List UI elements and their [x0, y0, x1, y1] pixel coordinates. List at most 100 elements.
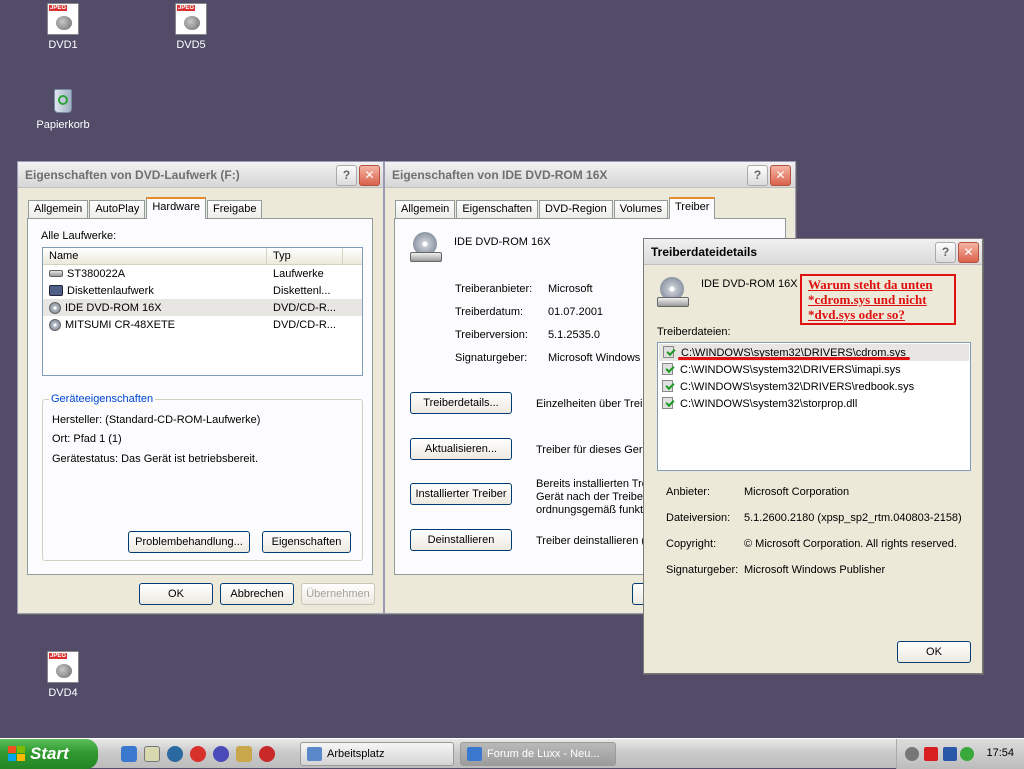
- files-label: Treiberdateien:: [657, 326, 731, 338]
- device-name: IDE DVD-ROM 16X: [454, 236, 551, 248]
- copyright-label: Copyright:: [666, 538, 717, 550]
- drive-type: DVD/CD-R...: [273, 318, 336, 331]
- provider-value: Microsoft Corporation: [744, 486, 850, 498]
- jpeg-file-icon: JPEG: [175, 3, 207, 35]
- list-item[interactable]: C:\WINDOWS\system32\DRIVERS\imapi.sys: [658, 361, 970, 378]
- tab-allgemein[interactable]: Allgemein: [28, 200, 89, 219]
- tab-freigabe[interactable]: Freigabe: [207, 200, 263, 219]
- signed-file-icon: [662, 380, 676, 393]
- device-properties-group: Geräteeigenschaften Hersteller: (Standar…: [42, 393, 363, 561]
- manufacturer-text: Hersteller: (Standard-CD-ROM-Laufwerke): [52, 414, 261, 426]
- app-icon[interactable]: [259, 746, 275, 762]
- help-button[interactable]: ?: [336, 165, 357, 186]
- drive-name: MITSUMI CR-48XETE: [65, 318, 176, 331]
- title-bar[interactable]: Eigenschaften von DVD-Laufwerk (F:) ? ✕: [18, 162, 383, 188]
- ok-button[interactable]: OK: [897, 641, 971, 663]
- column-header-type[interactable]: Typ: [267, 248, 343, 264]
- uninstall-desc: Treiber deinstallieren (E: [536, 535, 653, 547]
- troubleshoot-button[interactable]: Problembehandlung...: [128, 531, 250, 553]
- tab-dvd-region[interactable]: DVD-Region: [539, 200, 613, 219]
- annotation-line: *dvd.sys oder so?: [808, 307, 905, 322]
- drive-name: Diskettenlaufwerk: [67, 284, 154, 297]
- folder-icon[interactable]: [236, 746, 252, 762]
- annotation-line: Warum steht da unten: [808, 277, 933, 292]
- uninstall-button[interactable]: Deinstallieren: [410, 529, 512, 551]
- clock: 17:54: [986, 747, 1014, 759]
- cancel-button[interactable]: Abbrechen: [220, 583, 294, 605]
- player-icon[interactable]: [213, 746, 229, 762]
- antivirus-icon[interactable]: [924, 747, 938, 761]
- list-item[interactable]: MITSUMI CR-48XETE DVD/CD-R...: [43, 316, 362, 333]
- tab-volumes[interactable]: Volumes: [613, 200, 668, 219]
- list-item[interactable]: C:\WINDOWS\system32\DRIVERS\redbook.sys: [658, 378, 970, 395]
- list-item[interactable]: Diskettenlaufwerk Diskettenl...: [43, 282, 362, 299]
- tab-hardware[interactable]: Hardware: [146, 197, 207, 219]
- signed-file-icon: [662, 397, 676, 410]
- start-button[interactable]: Start: [0, 739, 98, 769]
- floppy-drive-icon: [49, 285, 63, 296]
- help-button[interactable]: ?: [747, 165, 768, 186]
- shield-icon[interactable]: [905, 747, 919, 761]
- taskbar: Start Arbeitsplatz Forum de Luxx - Neu..…: [0, 738, 1024, 769]
- rollback-driver-button[interactable]: Installierter Treiber: [410, 483, 512, 505]
- task-forum[interactable]: Forum de Luxx - Neu...: [460, 742, 616, 766]
- signed-file-icon: [663, 346, 677, 359]
- device-name: IDE DVD-ROM 16X: [701, 278, 798, 290]
- driver-files-list[interactable]: C:\WINDOWS\system32\DRIVERS\cdrom.sys C:…: [657, 342, 971, 471]
- device-status-text: Gerätestatus: Das Gerät ist betriebsbere…: [52, 453, 259, 465]
- help-button[interactable]: ?: [935, 242, 956, 263]
- network-tray-icon[interactable]: [943, 747, 957, 761]
- version-value: 5.1.2535.0: [548, 329, 600, 341]
- close-button[interactable]: ✕: [359, 165, 380, 186]
- list-item[interactable]: C:\WINDOWS\system32\storprop.dll: [658, 395, 970, 412]
- tab-treiber[interactable]: Treiber: [668, 197, 716, 219]
- close-button[interactable]: ✕: [958, 242, 979, 263]
- properties-button[interactable]: Eigenschaften: [262, 531, 351, 553]
- signer-value: Microsoft Windows Publisher: [744, 564, 886, 576]
- ok-button[interactable]: OK: [139, 583, 213, 605]
- title-bar[interactable]: Treiberdateidetails ? ✕: [644, 239, 982, 265]
- file-version-label: Dateiversion:: [666, 512, 731, 524]
- tab-autoplay[interactable]: AutoPlay: [89, 200, 146, 219]
- list-item[interactable]: IDE DVD-ROM 16X DVD/CD-R...: [43, 299, 362, 316]
- file-path: C:\WINDOWS\system32\DRIVERS\imapi.sys: [680, 363, 901, 376]
- list-item[interactable]: ST380022A Laufwerke: [43, 265, 362, 282]
- tab-eigenschaften[interactable]: Eigenschaften: [456, 200, 539, 219]
- provider-value: Microsoft: [548, 283, 593, 295]
- file-version-value: 5.1.2600.2180 (xpsp_sp2_rtm.040803-2158): [744, 512, 962, 524]
- desktop-icon-dvd5[interactable]: JPEG DVD5: [159, 3, 223, 51]
- tab-allgemein[interactable]: Allgemein: [395, 200, 456, 219]
- drives-list[interactable]: Name Typ ST380022A Laufwerke Diskettenla…: [42, 247, 363, 376]
- browser-icon: [467, 747, 482, 761]
- network-icon[interactable]: [167, 746, 183, 762]
- title-bar[interactable]: Eigenschaften von IDE DVD-ROM 16X ? ✕: [385, 162, 795, 188]
- date-value: 01.07.2001: [548, 306, 604, 318]
- date-label: Treiberdatum:: [455, 306, 524, 318]
- desktop-icon-dvd4[interactable]: JPEG DVD4: [31, 651, 95, 699]
- media-icon[interactable]: [190, 746, 206, 762]
- column-header-name[interactable]: Name: [43, 248, 267, 264]
- ie-icon[interactable]: [121, 746, 137, 762]
- driver-details-button[interactable]: Treiberdetails...: [410, 392, 512, 414]
- apply-button[interactable]: Übernehmen: [301, 583, 375, 605]
- all-drives-label: Alle Laufwerke:: [41, 230, 117, 242]
- messenger-icon[interactable]: [960, 747, 974, 761]
- update-driver-desc: Treiber für dieses Gerä: [536, 444, 649, 456]
- annotation-underline: [678, 357, 910, 360]
- jpeg-file-icon: JPEG: [47, 3, 79, 35]
- task-arbeitsplatz[interactable]: Arbeitsplatz: [300, 742, 454, 766]
- update-driver-button[interactable]: Aktualisieren...: [410, 438, 512, 460]
- desktop-icon-recycle-bin[interactable]: Papierkorb: [31, 83, 95, 131]
- signer-label: Signaturgeber:: [666, 564, 739, 576]
- hardware-tab-panel: Alle Laufwerke: Name Typ ST380022A Laufw…: [27, 218, 373, 575]
- window-title: Eigenschaften von IDE DVD-ROM 16X: [392, 168, 608, 182]
- desktop-icon-dvd1[interactable]: JPEG DVD1: [31, 3, 95, 51]
- close-button[interactable]: ✕: [770, 165, 791, 186]
- location-text: Ort: Pfad 1 (1): [52, 433, 122, 445]
- cd-drive-icon: [410, 232, 442, 264]
- window-title: Eigenschaften von DVD-Laufwerk (F:): [25, 168, 240, 182]
- annotation-box: Warum steht da unten *cdrom.sys und nich…: [800, 274, 956, 325]
- signer-value: Microsoft Windows I: [548, 352, 647, 364]
- computer-icon: [307, 747, 322, 761]
- email-icon[interactable]: [144, 746, 160, 762]
